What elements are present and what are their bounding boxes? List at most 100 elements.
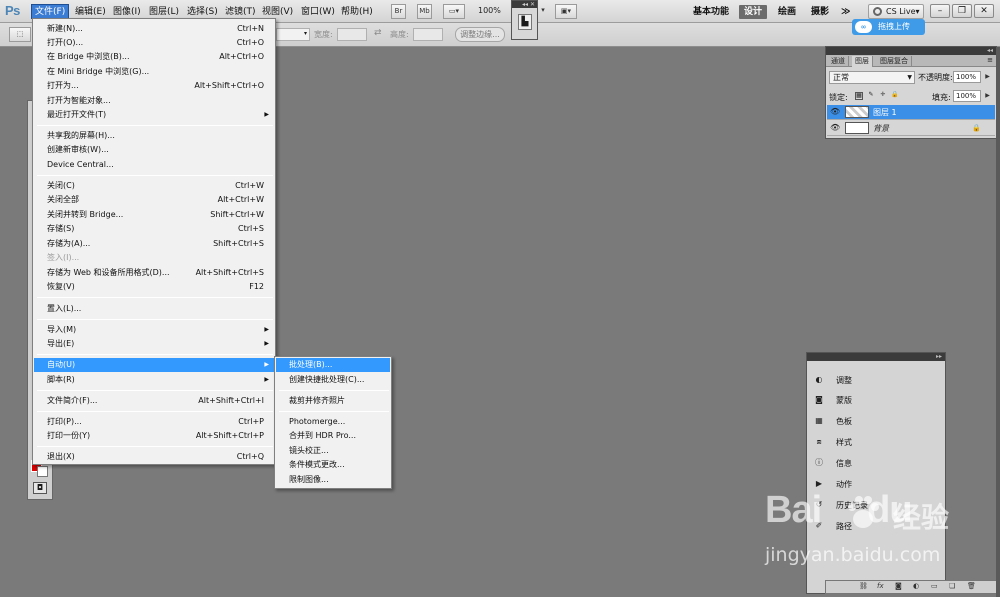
background-color-swatch[interactable] bbox=[37, 466, 48, 477]
menu-item-save[interactable]: 存储(S) Ctrl+S bbox=[34, 222, 274, 236]
submenu-item-crop-straighten[interactable]: 裁剪并修齐照片 bbox=[276, 394, 390, 408]
lock-brush-icon[interactable]: ✎ bbox=[867, 92, 875, 100]
menu-layer[interactable]: 图层(L) bbox=[146, 5, 182, 19]
blend-mode-select[interactable]: 正常 ▼ bbox=[829, 71, 915, 84]
panel-collapse-icon[interactable]: ◂◂ bbox=[826, 47, 996, 55]
dock-swatches[interactable]: ▦ 色板 bbox=[812, 414, 932, 429]
layer-row[interactable]: 👁 图层 1 bbox=[827, 105, 995, 120]
more-workspaces-icon[interactable]: ≫ bbox=[841, 5, 850, 19]
menu-item-print-one[interactable]: 打印一份(Y) Alt+Shift+Ctrl+P bbox=[34, 429, 274, 443]
menu-item-save-for-web[interactable]: 存储为 Web 和设备所用格式(D)... Alt+Shift+Ctrl+S bbox=[34, 266, 274, 280]
menu-item-close-go-bridge[interactable]: 关闭并转到 Bridge... Shift+Ctrl+W bbox=[34, 208, 274, 222]
submenu-item-batch[interactable]: 批处理(B)... bbox=[276, 358, 390, 372]
adjustment-layer-icon[interactable]: ◐ bbox=[913, 582, 919, 590]
eye-icon[interactable]: 👁 bbox=[830, 108, 840, 116]
submenu-item-lens-correction[interactable]: 镜头校正... bbox=[276, 444, 390, 458]
new-group-icon[interactable]: ▭ bbox=[931, 582, 938, 590]
layer-style-icon[interactable]: fx bbox=[877, 582, 884, 590]
menu-item-recent-files[interactable]: 最近打开文件(T) ▶ bbox=[34, 108, 274, 122]
fill-slider-icon[interactable]: ▶ bbox=[983, 90, 992, 102]
menu-item-scripts[interactable]: 脚本(R) ▶ bbox=[34, 373, 274, 387]
refine-edge-button[interactable]: 调整边缘... bbox=[455, 27, 505, 42]
style-select[interactable]: ▾ bbox=[276, 28, 310, 41]
close-icon[interactable]: ✕ bbox=[974, 4, 994, 18]
menu-item-file-info[interactable]: 文件简介(F)... Alt+Shift+Ctrl+I bbox=[34, 394, 274, 408]
workspace-essentials[interactable]: 基本功能 bbox=[693, 5, 729, 19]
arrange-dropdown-icon[interactable]: ▾ bbox=[538, 4, 548, 19]
tab-layer-comps[interactable]: 图层复合 bbox=[877, 56, 912, 67]
dock-styles[interactable]: ⧈ 样式 bbox=[812, 435, 932, 450]
menu-window[interactable]: 窗口(W) bbox=[298, 5, 338, 19]
cs-live-button[interactable]: CS Live▾ bbox=[868, 4, 924, 19]
palette-collapse-icon[interactable]: ◂◂ ✕ bbox=[512, 1, 537, 8]
link-layers-icon[interactable]: ⛓ bbox=[859, 582, 868, 590]
menu-item-close-all[interactable]: 关闭全部 Alt+Ctrl+W bbox=[34, 193, 274, 207]
workspace-photography[interactable]: 摄影 bbox=[811, 5, 829, 19]
panel-menu-icon[interactable]: ≡ bbox=[987, 56, 993, 64]
mini-bridge-icon[interactable]: Mb bbox=[417, 4, 432, 19]
menu-item-print[interactable]: 打印(P)... Ctrl+P bbox=[34, 415, 274, 429]
menu-item-place[interactable]: 置入(L)... bbox=[34, 302, 274, 316]
fill-field[interactable]: 100% bbox=[953, 90, 981, 102]
menu-image[interactable]: 图像(I) bbox=[110, 5, 144, 19]
submenu-item-fit-image[interactable]: 限制图像... bbox=[276, 473, 390, 487]
menu-filter[interactable]: 滤镜(T) bbox=[222, 5, 259, 19]
layer-row[interactable]: 👁 背景 🔒 bbox=[827, 121, 995, 136]
opacity-field[interactable]: 100% bbox=[953, 71, 981, 83]
menu-edit[interactable]: 编辑(E) bbox=[72, 5, 109, 19]
lock-transparent-icon[interactable]: ▦ bbox=[855, 92, 863, 100]
dock-expand-icon[interactable]: ▸▸ bbox=[807, 353, 945, 361]
menu-file[interactable]: 文件(F) bbox=[31, 4, 70, 19]
menu-item-automate[interactable]: 自动(U) ▶ bbox=[34, 358, 274, 372]
menu-item-new-review[interactable]: 创建新审核(W)... bbox=[34, 143, 274, 157]
menu-item-export[interactable]: 导出(E) ▶ bbox=[34, 337, 274, 351]
submenu-item-merge-hdr[interactable]: 合并到 HDR Pro... bbox=[276, 429, 390, 443]
menu-item-open-as[interactable]: 打开为... Alt+Shift+Ctrl+O bbox=[34, 79, 274, 93]
tab-channels[interactable]: 通道 bbox=[828, 56, 849, 67]
menu-view[interactable]: 视图(V) bbox=[259, 5, 296, 19]
menu-item-revert[interactable]: 恢复(V) F12 bbox=[34, 280, 274, 294]
menu-item-device-central[interactable]: Device Central... bbox=[34, 158, 274, 172]
eye-icon[interactable]: 👁 bbox=[830, 124, 840, 132]
menu-item-import[interactable]: 导入(M) ▶ bbox=[34, 323, 274, 337]
new-layer-icon[interactable]: ❏ bbox=[949, 582, 955, 590]
dock-info[interactable]: ⓘ 信息 bbox=[812, 456, 932, 471]
tab-layers[interactable]: 图层 bbox=[852, 56, 873, 67]
minimize-icon[interactable]: – bbox=[930, 4, 950, 18]
menu-item-save-as[interactable]: 存储为(A)... Shift+Ctrl+S bbox=[34, 237, 274, 251]
dock-paths[interactable]: ✐ 路径 bbox=[812, 519, 932, 534]
submenu-item-create-droplet[interactable]: 创建快捷批处理(C)... bbox=[276, 373, 390, 387]
stamp-tool-icon[interactable]: ▙ bbox=[518, 14, 532, 30]
menu-item-share-screen[interactable]: 共享我的屏幕(H)... bbox=[34, 129, 274, 143]
height-field[interactable] bbox=[413, 28, 443, 41]
menu-item-close[interactable]: 关闭(C) Ctrl+W bbox=[34, 179, 274, 193]
menu-item-open-smart-object[interactable]: 打开为智能对象... bbox=[34, 94, 274, 108]
menu-item-new[interactable]: 新建(N)... Ctrl+N bbox=[34, 22, 274, 36]
menu-item-browse-mini-bridge[interactable]: 在 Mini Bridge 中浏览(G)... bbox=[34, 65, 274, 79]
menu-select[interactable]: 选择(S) bbox=[184, 5, 221, 19]
menu-item-exit[interactable]: 退出(X) Ctrl+Q bbox=[34, 450, 274, 464]
add-mask-icon[interactable]: ◙ bbox=[895, 582, 902, 590]
lock-move-icon[interactable]: ✛ bbox=[879, 92, 887, 100]
zoom-level[interactable]: 100% bbox=[478, 6, 501, 15]
menu-help[interactable]: 帮助(H) bbox=[338, 5, 376, 19]
screen-mode-icon[interactable]: ▣▾ bbox=[555, 4, 577, 19]
lock-all-icon[interactable]: 🔒 bbox=[891, 92, 899, 100]
menu-item-browse-bridge[interactable]: 在 Bridge 中浏览(B)... Alt+Ctrl+O bbox=[34, 50, 274, 64]
dock-actions[interactable]: ▶ 动作 bbox=[812, 477, 932, 492]
workspace-design[interactable]: 设计 bbox=[739, 5, 768, 19]
dock-masks[interactable]: ◙ 蒙版 bbox=[812, 393, 932, 408]
delete-layer-icon[interactable]: 🗑 bbox=[967, 582, 976, 590]
drag-upload-button[interactable]: ∞ 拖拽上传 bbox=[852, 19, 925, 35]
submenu-item-conditional-mode[interactable]: 条件模式更改... bbox=[276, 458, 390, 472]
swap-icon[interactable]: ⇄ bbox=[374, 28, 382, 38]
submenu-item-photomerge[interactable]: Photomerge... bbox=[276, 415, 390, 429]
dock-history[interactable]: ↺ 历史记录 bbox=[812, 498, 932, 513]
view-extras-icon[interactable]: ▭▾ bbox=[443, 4, 465, 19]
width-field[interactable] bbox=[337, 28, 367, 41]
marquee-tool-icon[interactable]: ⬚ bbox=[9, 27, 31, 42]
bridge-icon[interactable]: Br bbox=[391, 4, 406, 19]
opacity-slider-icon[interactable]: ▶ bbox=[983, 71, 992, 83]
restore-icon[interactable]: ❐ bbox=[952, 4, 972, 18]
quick-mask-icon[interactable]: ◘ bbox=[33, 482, 47, 494]
